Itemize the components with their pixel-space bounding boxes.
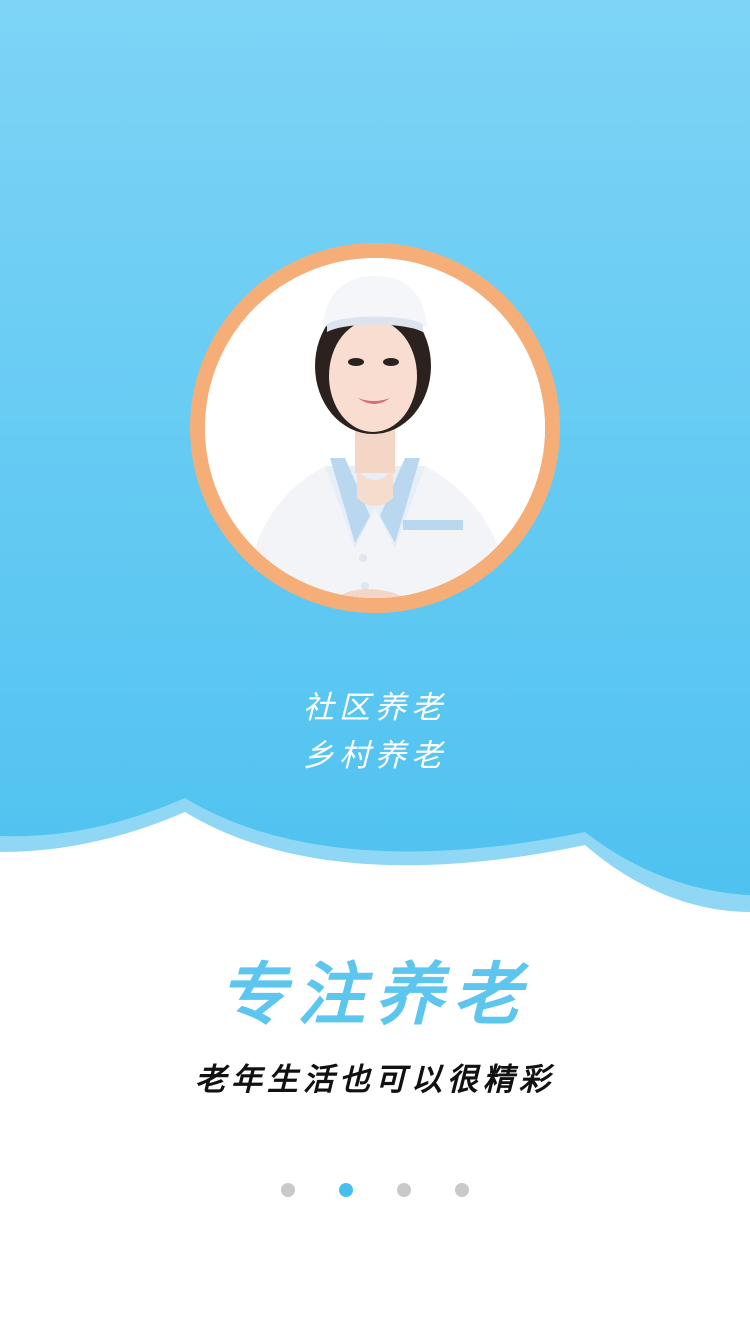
page-dot-3[interactable] (397, 1183, 411, 1197)
page-dot-1[interactable] (281, 1183, 295, 1197)
onboarding-screen: 社区养老 乡村养老 专注养老 老年生活也可以很精彩 (0, 0, 750, 1334)
nurse-portrait-image (205, 258, 545, 598)
page-dot-2[interactable] (339, 1183, 353, 1197)
hero-line-rural: 乡村养老 (303, 738, 447, 774)
page-dot-4[interactable] (455, 1183, 469, 1197)
page-indicator (0, 1183, 750, 1199)
hero-text: 社区养老 乡村养老 (0, 684, 750, 780)
page-subtitle: 老年生活也可以很精彩 (195, 1062, 555, 1098)
hero-line-community: 社区养老 (303, 690, 447, 726)
page-title: 专注养老 (218, 955, 531, 1035)
avatar-frame (190, 243, 560, 613)
